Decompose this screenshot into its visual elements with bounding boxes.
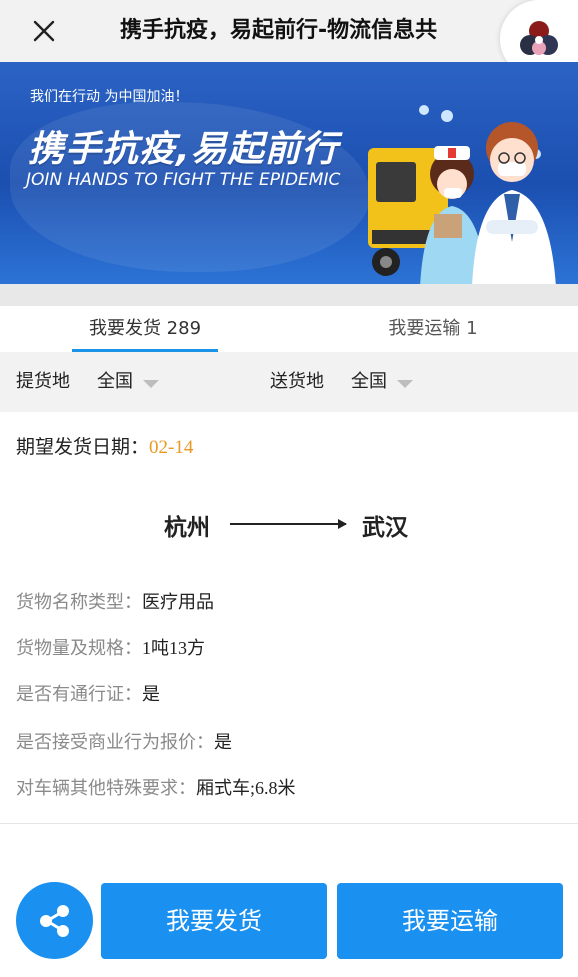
card-divider bbox=[0, 823, 578, 824]
delivery-label: 送货地 bbox=[270, 371, 324, 392]
info-value: 厢式车;6.8米 bbox=[196, 778, 296, 798]
arrow-right-icon bbox=[338, 519, 347, 529]
tab-ship[interactable]: 我要发货 289 bbox=[72, 306, 218, 352]
banner-main-slogan: 携手抗疫,易起前行 bbox=[28, 129, 339, 170]
shipment-card[interactable]: 期望发货日期：02-14 杭州 武汉 货物名称类型：医疗用品 货物量及规格：1吨… bbox=[0, 412, 578, 824]
info-value: 是 bbox=[214, 732, 232, 753]
delivery-dropdown[interactable]: 全国 bbox=[351, 352, 387, 412]
page-title: 携手抗疫，易起前行-物流信息共 bbox=[120, 18, 438, 43]
expected-date-label: 期望发货日期： bbox=[16, 436, 150, 458]
info-label: 货物量及规格： bbox=[16, 638, 142, 659]
ship-button[interactable]: 我要发货 bbox=[101, 883, 327, 959]
info-value: 是 bbox=[142, 684, 160, 705]
pickup-label: 提货地 bbox=[16, 371, 70, 392]
info-row-vehicle-requirements: 对车辆其他特殊要求：厢式车;6.8米 bbox=[16, 774, 296, 800]
chevron-down-icon[interactable] bbox=[397, 380, 413, 388]
campaign-banner: 我们在行动 为中国加油！ 携手抗疫,易起前行 JOIN HANDS TO FIG… bbox=[0, 62, 578, 284]
info-label: 是否有通行证： bbox=[16, 684, 142, 705]
share-button[interactable] bbox=[16, 882, 93, 959]
share-icon bbox=[39, 904, 69, 937]
expected-date-row: 期望发货日期：02-14 bbox=[16, 432, 193, 459]
route-destination: 武汉 bbox=[362, 515, 408, 541]
close-icon[interactable] bbox=[26, 13, 62, 49]
pickup-dropdown[interactable]: 全国 bbox=[97, 352, 133, 412]
info-label: 对车辆其他特殊要求： bbox=[16, 778, 196, 799]
filter-bar: 提货地 全国 送货地 全国 bbox=[0, 352, 578, 412]
info-value: 1吨13方 bbox=[142, 638, 205, 658]
tab-transport[interactable]: 我要运输 1 bbox=[360, 306, 506, 352]
tab-bar: 我要发货 289 我要运输 1 bbox=[0, 306, 578, 352]
info-label: 货物名称类型： bbox=[16, 592, 142, 613]
top-bar: 携手抗疫，易起前行-物流信息共 bbox=[0, 0, 578, 62]
transport-button[interactable]: 我要运输 bbox=[337, 883, 563, 959]
route-origin: 杭州 bbox=[164, 515, 210, 541]
route-line bbox=[230, 523, 346, 525]
expected-date-value: 02-14 bbox=[149, 437, 194, 458]
info-row-cargo-volume: 货物量及规格：1吨13方 bbox=[16, 634, 205, 660]
info-row-cargo-type: 货物名称类型：医疗用品 bbox=[16, 588, 214, 614]
banner-small-slogan: 我们在行动 为中国加油！ bbox=[30, 89, 189, 105]
info-row-permit: 是否有通行证：是 bbox=[16, 680, 160, 706]
banner-english-slogan: JOIN HANDS TO FIGHT THE EPIDEMIC bbox=[26, 170, 341, 190]
info-label: 是否接受商业行为报价： bbox=[16, 732, 214, 753]
info-value: 医疗用品 bbox=[142, 592, 214, 613]
chevron-down-icon[interactable] bbox=[143, 380, 159, 388]
medical-staff-truck-illustration bbox=[368, 105, 556, 284]
info-row-commercial-quote: 是否接受商业行为报价：是 bbox=[16, 728, 232, 754]
separator-strip bbox=[0, 284, 578, 306]
